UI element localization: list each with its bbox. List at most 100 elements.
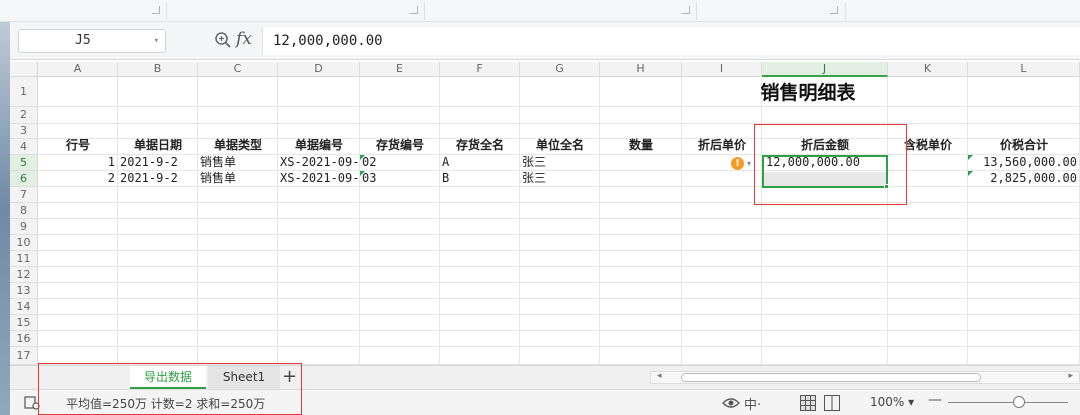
header-cell[interactable]: 价税合计 <box>968 138 1080 153</box>
row-header-7[interactable]: 7 <box>10 187 38 203</box>
annotation-box <box>38 363 302 415</box>
table-cell[interactable]: 销售单 <box>198 155 278 170</box>
header-cell[interactable]: 单位全名 <box>520 138 600 153</box>
column-header-i[interactable]: I <box>682 62 762 77</box>
column-header-l[interactable]: L <box>968 62 1080 77</box>
zoom-out-button[interactable]: — <box>928 392 942 408</box>
row-header-1[interactable]: 1 <box>10 77 38 107</box>
table-cell[interactable]: 2 <box>38 171 118 186</box>
input-method-toggle[interactable]: 中· <box>744 394 761 413</box>
row-header-5[interactable]: 5 <box>10 155 38 171</box>
table-cell[interactable]: 张三 <box>520 155 600 170</box>
zoom-value: 100% <box>870 395 905 409</box>
table-cell[interactable]: 张三 <box>520 171 600 186</box>
row-header-13[interactable]: 13 <box>10 283 38 299</box>
header-cell[interactable]: 单据编号 <box>278 138 360 153</box>
eye-icon[interactable] <box>722 396 740 410</box>
grid-line <box>38 202 1080 203</box>
row-header-17[interactable]: 17 <box>10 347 38 365</box>
zoom-slider-track[interactable] <box>948 402 1068 403</box>
header-cell[interactable]: 单据日期 <box>118 138 198 153</box>
zoom-level[interactable]: 100% ▾ <box>870 395 914 409</box>
table-cell[interactable]: 02 <box>360 155 440 170</box>
chevron-down-icon: ▾ <box>908 395 915 409</box>
table-cell[interactable]: 13,560,000.00 <box>964 155 1080 170</box>
table-cell[interactable]: 1 <box>38 155 118 170</box>
table-cell[interactable]: 2021-9-2 <box>118 171 198 186</box>
row-header-10[interactable]: 10 <box>10 235 38 251</box>
formula-input[interactable]: 12,000,000.00 <box>262 27 1080 55</box>
selection-range <box>762 155 888 188</box>
row-header-4[interactable]: 4 <box>10 139 38 155</box>
grid-line <box>38 346 1080 347</box>
scrollbar-thumb[interactable] <box>681 373 981 382</box>
grid-line <box>38 314 1080 315</box>
ribbon-group-launcher[interactable] <box>410 6 418 14</box>
select-all-corner[interactable] <box>10 62 38 77</box>
column-header-h[interactable]: H <box>600 62 682 77</box>
ribbon-separator <box>424 2 425 20</box>
table-cell[interactable]: B <box>440 171 520 186</box>
row-header-12[interactable]: 12 <box>10 267 38 283</box>
grid-line <box>761 77 762 365</box>
row-header-6[interactable]: 6 <box>10 171 38 187</box>
column-header-d[interactable]: D <box>278 62 360 77</box>
ribbon-group-launcher[interactable] <box>682 6 690 14</box>
grid-line <box>887 77 888 365</box>
page-layout-icon[interactable] <box>824 395 840 411</box>
table-cell[interactable]: XS-2021-09- <box>278 155 360 170</box>
zoom-slider-knob[interactable] <box>1013 396 1025 408</box>
row-header-8[interactable]: 8 <box>10 203 38 219</box>
column-header-a[interactable]: A <box>38 62 118 77</box>
header-cell[interactable]: 单据类型 <box>198 138 278 153</box>
grid-line <box>277 77 278 365</box>
table-cell[interactable]: 2021-9-2 <box>118 155 198 170</box>
scroll-right-icon[interactable]: ▸ <box>1068 371 1073 381</box>
header-cell[interactable]: 折后单价 <box>682 138 762 153</box>
column-header-c[interactable]: C <box>198 62 278 77</box>
number-as-text-indicator <box>968 155 973 160</box>
table-cell[interactable]: 2,825,000.00 <box>964 171 1080 186</box>
name-box-value: J5 <box>75 33 91 48</box>
row-header-2[interactable]: 2 <box>10 107 38 124</box>
zoom-icon[interactable] <box>214 31 232 49</box>
number-as-text-indicator <box>360 171 365 176</box>
column-header-j[interactable]: J <box>762 62 888 77</box>
scroll-left-icon[interactable]: ◂ <box>657 371 662 381</box>
row-header-11[interactable]: 11 <box>10 251 38 267</box>
ribbon-group-launcher[interactable] <box>830 6 838 14</box>
row-header-3[interactable]: 3 <box>10 124 38 139</box>
grid-line <box>38 282 1080 283</box>
chevron-down-icon[interactable]: ▾ <box>747 159 751 168</box>
table-cell[interactable]: 销售单 <box>198 171 278 186</box>
insert-function-button[interactable]: fx <box>236 29 252 49</box>
grid-line <box>681 77 682 365</box>
normal-view-icon[interactable] <box>800 395 816 411</box>
header-cell[interactable]: 存货编号 <box>360 138 440 153</box>
ribbon-separator <box>166 2 167 20</box>
column-header-b[interactable]: B <box>118 62 198 77</box>
column-header-e[interactable]: E <box>360 62 440 77</box>
table-cell[interactable]: XS-2021-09- <box>278 171 360 186</box>
cell-grid[interactable]: 销售明细表 行号 单据日期 单据类型 单据编号 存货编号 存货全名 单位全名 数量 折后单价 折后… <box>38 77 1080 365</box>
horizontal-scrollbar[interactable]: ◂ ▸ <box>650 371 1080 384</box>
table-cell[interactable]: A <box>440 155 520 170</box>
column-header-k[interactable]: K <box>888 62 968 77</box>
warning-icon[interactable]: ! <box>731 157 744 170</box>
header-cell[interactable]: 行号 <box>38 138 118 153</box>
row-header-15[interactable]: 15 <box>10 315 38 331</box>
fill-handle[interactable] <box>884 184 889 189</box>
header-cell[interactable]: 数量 <box>600 138 682 153</box>
ribbon-strip <box>0 0 1080 22</box>
ribbon-group-launcher[interactable] <box>152 6 160 14</box>
header-cell[interactable]: 存货全名 <box>440 138 520 153</box>
column-header-f[interactable]: F <box>440 62 520 77</box>
row-header-14[interactable]: 14 <box>10 299 38 315</box>
chevron-down-icon[interactable]: ▾ <box>154 30 159 52</box>
table-cell[interactable]: 03 <box>360 171 440 186</box>
column-header-g[interactable]: G <box>520 62 600 77</box>
name-box[interactable]: J5 ▾ <box>18 29 166 53</box>
row-header-16[interactable]: 16 <box>10 331 38 347</box>
grid-line <box>38 298 1080 299</box>
row-header-9[interactable]: 9 <box>10 219 38 235</box>
